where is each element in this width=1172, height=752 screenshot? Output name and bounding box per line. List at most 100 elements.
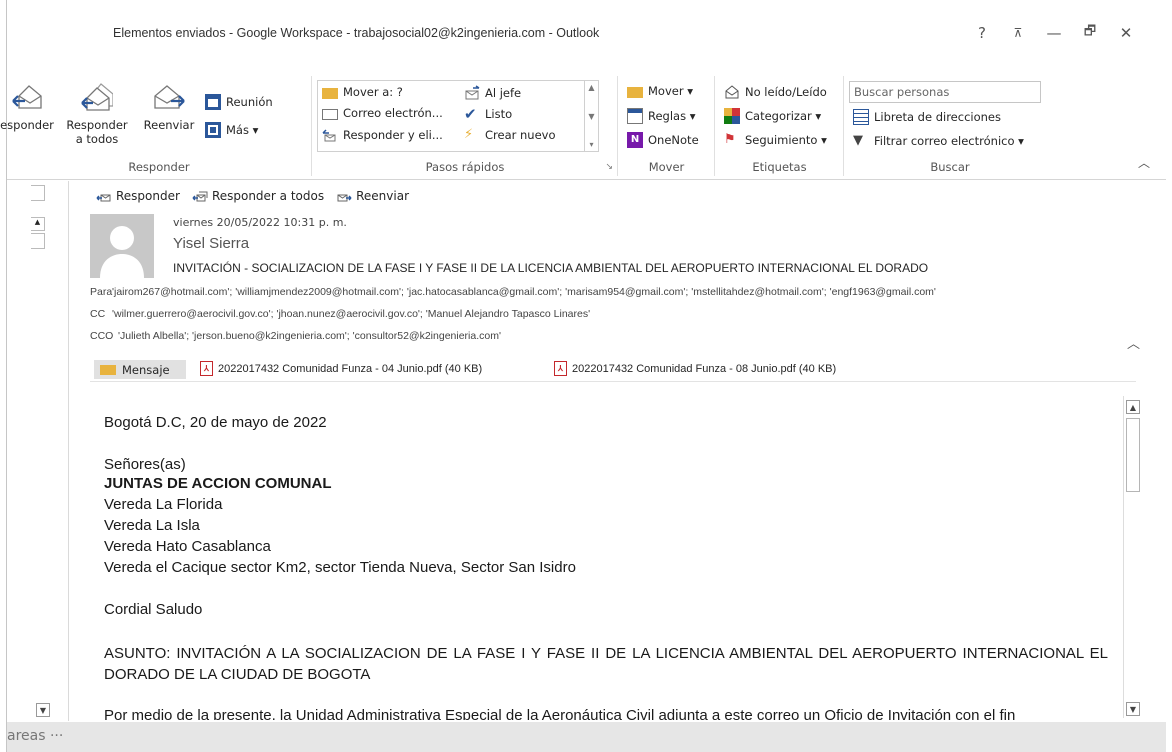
attachment-name: 2022017432 Comunidad Funza - 04 Junio.pd…: [218, 362, 483, 375]
group-search-label: Buscar: [930, 160, 970, 174]
message-sender[interactable]: Yisel Sierra: [173, 235, 249, 252]
status-strip: areas ···: [7, 722, 1166, 752]
dialog-launcher-icon[interactable]: ↘: [605, 162, 613, 172]
rules-label: Reglas ▾: [648, 109, 696, 123]
ribbon-display-options-button[interactable]: ⊼: [1000, 22, 1036, 44]
group-quick-steps-label: Pasos rápidos: [425, 160, 505, 174]
address-book-label: Libreta de direcciones: [874, 110, 1001, 124]
list-scroll-down-icon[interactable]: ▼: [36, 703, 50, 717]
attachment-item[interactable]: ⅄ 2022017432 Comunidad Funza - 04 Junio.…: [200, 361, 482, 376]
person-icon: [100, 226, 144, 278]
list-item[interactable]: [31, 185, 45, 201]
unread-read-label: No leído/Leído: [745, 85, 827, 99]
reply-delete-icon: [322, 129, 336, 142]
onenote-button[interactable]: N OneNote: [627, 132, 699, 148]
forward-button[interactable]: Reenviar: [139, 82, 199, 132]
rules-button[interactable]: Reglas ▾: [627, 108, 696, 124]
scroll-up-icon[interactable]: ▲: [588, 83, 594, 92]
onenote-icon: N: [627, 132, 643, 148]
bcc-label: CCO: [90, 330, 114, 342]
expand-gallery-icon[interactable]: ▾: [589, 140, 593, 149]
attachments-bar: Mensaje ⅄ 2022017432 Comunidad Funza - 0…: [90, 358, 1136, 382]
address-book-button[interactable]: Libreta de direcciones: [853, 109, 1001, 125]
list-scroll-up[interactable]: ▲: [31, 217, 45, 231]
body-asunto: ASUNTO: INVITACIÓN A LA SOCIALIZACION DE…: [104, 645, 1108, 683]
collapse-header-icon[interactable]: ︿: [1127, 333, 1140, 352]
message-tab[interactable]: Mensaje: [94, 360, 186, 379]
to-row: Para'jairom267@hotmail.com'; 'williamjme…: [90, 286, 936, 298]
body-paragraph-cut: Por medio de la presente, la Unidad Admi…: [104, 707, 1016, 720]
group-tags-label: Etiquetas: [752, 160, 807, 174]
reply-button[interactable]: esponder: [0, 82, 59, 132]
move-label: Mover ▾: [648, 84, 693, 98]
quick-step-move-to[interactable]: Mover a: ?: [322, 85, 403, 99]
to-recipients[interactable]: 'jairom267@hotmail.com'; 'williamjmendez…: [112, 286, 936, 298]
minimize-button[interactable]: —: [1036, 22, 1072, 44]
forward-icon: [154, 85, 185, 109]
categorize-button[interactable]: Categorizar ▾: [724, 108, 821, 124]
cc-recipients[interactable]: 'wilmer.guerrero@aerocivil.gov.co'; 'jho…: [112, 308, 590, 320]
message-tab-label: Mensaje: [122, 362, 170, 377]
checkmark-icon: ✔: [464, 105, 477, 123]
quick-steps-gallery: Mover a: ? Correo electrón... Responder …: [317, 80, 599, 152]
attachment-item[interactable]: ⅄ 2022017432 Comunidad Funza - 08 Junio.…: [554, 361, 836, 376]
body-scrollbar[interactable]: ▲ ▼: [1123, 396, 1141, 718]
quick-step-reply-delete[interactable]: Responder y eli...: [322, 127, 443, 143]
forward-icon: [337, 194, 352, 202]
pdf-icon: ⅄: [554, 361, 567, 376]
more-respond-icon: [205, 122, 221, 138]
reply-icon: [96, 194, 111, 202]
bcc-recipients[interactable]: 'Julieth Albella'; 'jerson.bueno@k2ingen…: [118, 330, 501, 342]
categorize-label: Categorizar ▾: [745, 109, 822, 123]
quick-steps-scroll[interactable]: ▲ ▼ ▾: [584, 81, 598, 151]
list-item[interactable]: [31, 233, 45, 249]
followup-button[interactable]: ⚑ Seguimiento ▾: [724, 132, 827, 148]
search-people-input[interactable]: Buscar personas: [849, 81, 1041, 103]
meeting-button[interactable]: Reunión: [205, 94, 273, 110]
help-button[interactable]: ?: [964, 22, 1000, 44]
followup-label: Seguimiento ▾: [745, 133, 827, 147]
reply-all-label-2: a todos: [75, 132, 119, 146]
quick-step-email-label: Correo electrón...: [343, 106, 443, 120]
quick-step-email[interactable]: Correo electrón...: [322, 106, 443, 120]
move-folder-icon: [627, 87, 643, 98]
reading-reply-button[interactable]: Responder: [96, 188, 180, 204]
scroll-thumb[interactable]: [1126, 418, 1140, 492]
reply-label: esponder: [0, 118, 54, 132]
message-list-pane: ▲: [7, 181, 69, 721]
close-button[interactable]: ✕: [1108, 22, 1144, 44]
meeting-label: Reunión: [226, 95, 273, 109]
scroll-down-icon[interactable]: ▼: [1126, 702, 1140, 716]
scroll-down-icon[interactable]: ▼: [588, 112, 594, 121]
reading-forward-label: Reenviar: [356, 189, 410, 203]
reading-reply-all-button[interactable]: Responder a todos: [192, 188, 324, 204]
unread-read-button[interactable]: No leído/Leído: [724, 84, 827, 100]
restore-button[interactable]: 🗗: [1072, 22, 1108, 44]
title-bar: Elementos enviados - Google Workspace - …: [7, 0, 1166, 66]
quick-step-create-new[interactable]: ⚡ Crear nuevo: [464, 127, 556, 143]
quick-step-to-boss[interactable]: Al jefe: [464, 85, 521, 101]
flag-icon: ⚑: [724, 132, 736, 147]
categorize-icon: [724, 108, 740, 124]
reading-forward-button[interactable]: Reenviar: [336, 188, 409, 204]
filter-email-button[interactable]: ▼ Filtrar correo electrónico ▾: [853, 133, 1024, 149]
more-respond-label: Más ▾: [226, 123, 259, 137]
scroll-up-icon[interactable]: ▲: [1126, 400, 1140, 414]
body-vereda-3: Vereda Hato Casablanca: [104, 538, 271, 555]
move-button[interactable]: Mover ▾: [627, 84, 693, 98]
body-vereda-4: Vereda el Cacique sector Km2, sector Tie…: [104, 559, 576, 576]
reading-reply-label: Responder: [116, 189, 180, 203]
group-responder: esponder Responder a todos Reenviar Reun…: [0, 76, 312, 176]
cc-row: CC 'wilmer.guerrero@aerocivil.gov.co'; 'j…: [90, 308, 590, 320]
avatar: [90, 214, 154, 278]
collapse-ribbon-icon[interactable]: ︿: [1138, 154, 1150, 171]
cc-label: CC: [90, 308, 106, 320]
quick-step-done[interactable]: ✔ Listo: [464, 106, 512, 122]
quick-step-reply-delete-label: Responder y eli...: [343, 128, 443, 142]
body-vereda-1: Vereda La Florida: [104, 496, 223, 513]
group-responder-label: Responder: [128, 160, 190, 174]
more-respond-button[interactable]: Más ▾: [205, 122, 258, 138]
quick-step-to-boss-label: Al jefe: [485, 86, 522, 100]
reply-all-button[interactable]: Responder a todos: [61, 82, 133, 146]
navigation-text[interactable]: areas ···: [7, 728, 63, 744]
